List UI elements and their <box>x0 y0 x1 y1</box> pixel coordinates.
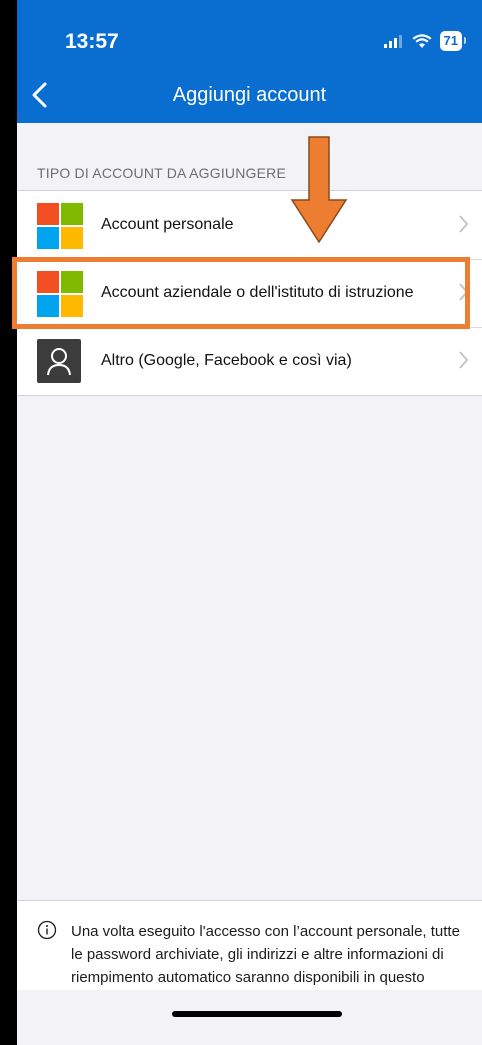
microsoft-logo-icon <box>37 271 83 317</box>
app-header: 13:57 71 Aggiungi account <box>17 0 482 123</box>
arrow-down-icon <box>290 136 348 244</box>
account-type-list: Account personale Account aziendale o de… <box>17 190 482 396</box>
account-work-school-label: Account aziendale o dell'istituto di ist… <box>101 284 414 301</box>
phone-screen: 13:57 71 Aggiungi account TIPO DI ACCOUN… <box>17 0 482 1045</box>
status-time: 13:57 <box>65 30 119 53</box>
microsoft-logo-icon <box>37 203 83 249</box>
account-personal-label: Account personale <box>101 216 234 233</box>
battery-indicator: 71 <box>439 31 467 51</box>
account-other-row[interactable]: Altro (Google, Facebook e così via) <box>17 327 482 395</box>
chevron-right-icon <box>459 283 469 301</box>
info-text: Una volta eseguito l'accesso con l’accou… <box>71 923 460 995</box>
wifi-icon <box>412 33 432 48</box>
status-icons: 71 <box>383 30 467 52</box>
person-icon <box>37 339 81 383</box>
chevron-right-icon <box>459 215 469 233</box>
account-other-label: Altro (Google, Facebook e così via) <box>101 352 352 369</box>
info-icon <box>37 920 57 940</box>
chevron-right-icon <box>459 351 469 369</box>
account-personal-row[interactable]: Account personale <box>17 191 482 259</box>
page-title: Aggiungi account <box>172 84 327 106</box>
home-indicator[interactable] <box>172 1011 342 1017</box>
signal-icon <box>383 35 402 48</box>
divider <box>17 900 482 901</box>
bottom-bar <box>17 990 482 1045</box>
section-header: TIPO DI ACCOUNT DA AGGIUNGERE <box>37 165 287 181</box>
account-work-school-row[interactable]: Account aziendale o dell'istituto di ist… <box>17 259 482 327</box>
